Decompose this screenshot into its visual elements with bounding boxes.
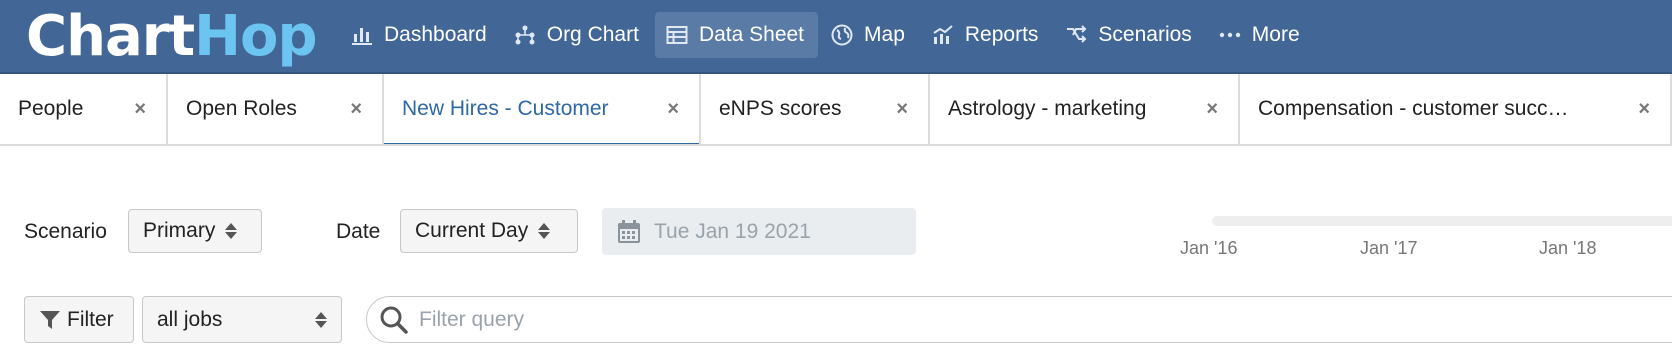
- sort-arrows-icon: [538, 223, 551, 239]
- scenario-select[interactable]: Primary: [128, 209, 262, 253]
- nav-org-chart-label: Org Chart: [546, 23, 639, 46]
- jobs-value: all jobs: [157, 307, 223, 331]
- tab-label: People: [18, 97, 84, 120]
- tab-enps-scores[interactable]: eNPS scores ×: [701, 74, 930, 144]
- nav-org-chart[interactable]: Org Chart: [503, 12, 653, 58]
- timeline-slider[interactable]: [1212, 216, 1672, 226]
- tab-open-roles[interactable]: Open Roles ×: [168, 74, 384, 144]
- main-nav: Dashboard Org Chart Data Sheet Map Repor…: [340, 12, 1316, 58]
- close-icon[interactable]: ×: [896, 98, 908, 121]
- timeline-tick: Jan '17: [1360, 238, 1418, 258]
- more-dots-icon: [1218, 23, 1242, 47]
- filter-button[interactable]: Filter: [24, 296, 134, 343]
- date-select[interactable]: Current Day: [400, 209, 578, 253]
- org-chart-icon: [513, 23, 537, 47]
- funnel-icon: [39, 309, 61, 331]
- scenario-label: Scenario: [24, 220, 107, 243]
- nav-map[interactable]: Map: [820, 12, 919, 58]
- tab-new-hires-customer[interactable]: New Hires - Customer ×: [384, 74, 701, 144]
- nav-data-sheet[interactable]: Data Sheet: [654, 12, 819, 58]
- nav-scenarios-label: Scenarios: [1098, 23, 1192, 46]
- tab-label: New Hires - Customer: [402, 97, 609, 120]
- logo-text-chart: Chart: [26, 4, 195, 69]
- nav-more[interactable]: More: [1208, 12, 1314, 58]
- nav-scenarios[interactable]: Scenarios: [1054, 12, 1205, 58]
- tab-label: eNPS scores: [719, 97, 842, 120]
- timeline-tick: Jan '16: [1180, 238, 1238, 258]
- globe-icon: [830, 23, 854, 47]
- search-icon: [379, 305, 409, 335]
- bar-chart-icon: [350, 23, 374, 47]
- nav-dashboard-label: Dashboard: [384, 23, 487, 46]
- tab-compensation-customer-success[interactable]: Compensation - customer succ… ×: [1240, 74, 1672, 144]
- sheet-tabs: People × Open Roles × New Hires - Custom…: [0, 74, 1672, 146]
- sort-arrows-icon: [315, 311, 327, 328]
- date-value: Current Day: [415, 219, 529, 242]
- tab-astrology-marketing[interactable]: Astrology - marketing ×: [930, 74, 1240, 144]
- nav-map-label: Map: [864, 23, 905, 46]
- nav-reports-label: Reports: [964, 23, 1039, 46]
- close-icon[interactable]: ×: [1638, 98, 1650, 121]
- calendar-icon: [616, 219, 642, 245]
- table-icon: [665, 23, 689, 47]
- scenario-value: Primary: [143, 219, 216, 242]
- reports-icon: [931, 23, 955, 47]
- close-icon[interactable]: ×: [1206, 98, 1218, 121]
- tab-people[interactable]: People ×: [0, 74, 168, 144]
- top-nav-bar: Chart Hop Dashboard Org Chart Data Sheet …: [0, 0, 1672, 74]
- date-picker[interactable]: Tue Jan 19 2021: [602, 208, 916, 255]
- tab-label: Open Roles: [186, 97, 297, 120]
- sort-arrows-icon: [225, 223, 238, 239]
- timeline-tick: Jan '18: [1539, 238, 1597, 258]
- nav-more-label: More: [1251, 23, 1300, 46]
- nav-dashboard[interactable]: Dashboard: [340, 12, 501, 58]
- logo-text-hop: Hop: [194, 4, 317, 69]
- nav-reports[interactable]: Reports: [921, 12, 1053, 58]
- tab-label: Compensation - customer succ…: [1258, 97, 1569, 120]
- filter-query-field[interactable]: [366, 296, 1672, 343]
- close-icon[interactable]: ×: [667, 98, 679, 121]
- scenarios-icon: [1064, 23, 1088, 47]
- tab-label: Astrology - marketing: [948, 97, 1147, 120]
- close-icon[interactable]: ×: [350, 98, 362, 121]
- date-display: Tue Jan 19 2021: [654, 219, 811, 243]
- nav-data-sheet-label: Data Sheet: [698, 23, 805, 46]
- filter-query-input[interactable]: [419, 307, 1419, 332]
- date-label: Date: [336, 220, 381, 243]
- filter-button-label: Filter: [67, 307, 114, 331]
- jobs-select[interactable]: all jobs: [142, 296, 342, 343]
- chart-hop-logo[interactable]: Chart Hop: [26, 4, 318, 70]
- close-icon[interactable]: ×: [134, 98, 146, 121]
